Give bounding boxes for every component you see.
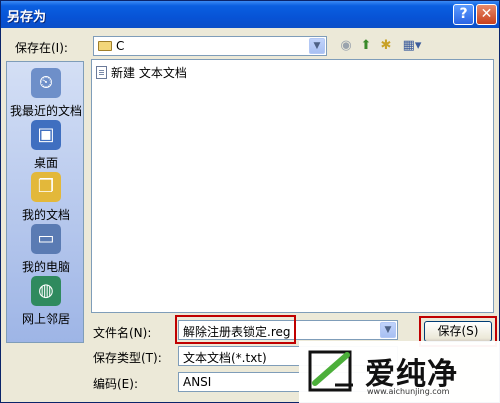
folder-icon [98, 41, 112, 51]
encoding-label: 编码(E): [93, 377, 138, 391]
file-name: 新建 文本文档 [111, 66, 187, 80]
chevron-down-icon[interactable]: ▼ [380, 322, 396, 338]
chevron-down-icon[interactable]: ▼ [309, 38, 325, 54]
filetype-label: 保存类型(T): [93, 351, 162, 365]
file-list[interactable]: 新建 文本文档 [91, 59, 494, 313]
place-label: 桌面 [33, 156, 58, 170]
watermark-url: www.aichunjing.com [367, 387, 450, 396]
text-document-icon [96, 66, 107, 79]
recent-docs-icon: ⏲ [31, 68, 61, 98]
my-computer-icon: ▭ [31, 224, 61, 254]
place-label: 我的文档 [21, 208, 70, 222]
place-recent-docs[interactable]: ⏲ 我最近的文档 [7, 68, 85, 119]
list-item[interactable]: 新建 文本文档 [96, 64, 187, 81]
place-my-computer[interactable]: ▭ 我的电脑 [7, 224, 85, 275]
places-bar: ⏲ 我最近的文档 ▣ 桌面 ❐ 我的文档 ▭ 我的电脑 ◍ 网上邻居 [6, 61, 84, 343]
title-bar[interactable]: 另存为 ? ✕ [1, 1, 499, 28]
place-label: 网上邻居 [21, 312, 70, 326]
place-network[interactable]: ◍ 网上邻居 [7, 276, 85, 327]
filename-label: 文件名(N): [93, 326, 152, 340]
watermark: 爱纯净 www.aichunjing.com [299, 341, 500, 403]
place-label: 我的电脑 [21, 260, 70, 274]
aichunjing-logo-icon [308, 350, 353, 392]
filetype-value: 文本文档(*.txt) [183, 351, 267, 365]
help-button[interactable]: ? [453, 4, 474, 25]
up-folder-icon[interactable]: ⬆ [357, 37, 375, 55]
views-menu-icon[interactable]: ▦▾ [399, 37, 425, 55]
new-folder-icon[interactable]: ✱ [377, 37, 395, 55]
network-icon: ◍ [31, 276, 61, 306]
encoding-value: ANSI [183, 375, 212, 389]
window-title: 另存为 [7, 10, 47, 25]
filename-highlight-box [175, 315, 296, 344]
save-in-value: C [116, 39, 125, 53]
my-documents-icon: ❐ [31, 172, 61, 202]
save-as-dialog: 另存为 ? ✕ 保存在(I): C ▼ ◉ ⬆ ✱ ▦▾ ⏲ 我最近的文档 ▣ … [0, 0, 500, 403]
back-icon[interactable]: ◉ [337, 37, 355, 55]
save-in-label: 保存在(I): [15, 41, 68, 55]
close-button[interactable]: ✕ [476, 4, 497, 25]
place-desktop[interactable]: ▣ 桌面 [7, 120, 85, 171]
place-my-documents[interactable]: ❐ 我的文档 [7, 172, 85, 223]
save-in-dropdown[interactable]: C ▼ [93, 36, 327, 56]
place-label: 我最近的文档 [9, 104, 82, 118]
desktop-icon: ▣ [31, 120, 61, 150]
